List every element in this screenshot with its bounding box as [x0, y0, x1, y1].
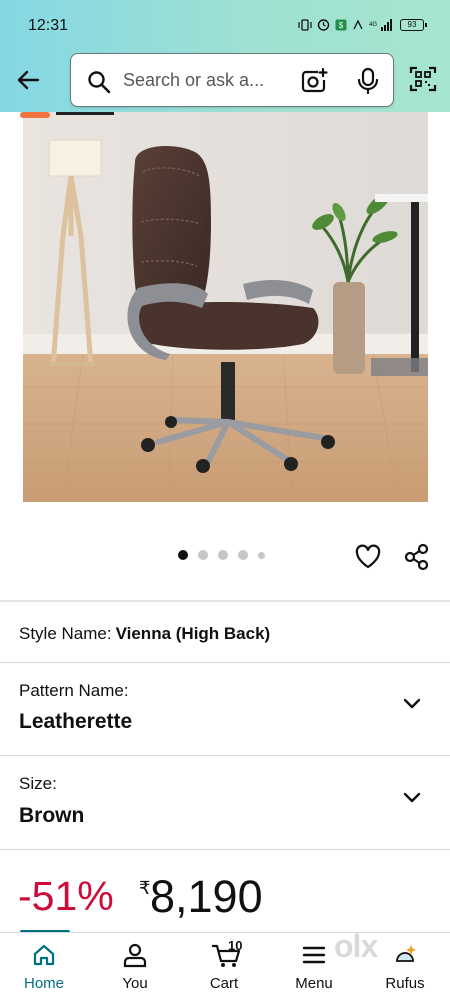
- camera-icon[interactable]: [299, 66, 329, 96]
- status-bar: 12:31 $ 4G 93: [0, 0, 450, 48]
- divider: [0, 600, 450, 602]
- pattern-name-label: Pattern Name:: [19, 681, 129, 700]
- nav-rufus-label: Rufus: [385, 975, 425, 992]
- price-amount: 8,190: [150, 871, 263, 922]
- signal-icon: 4G: [369, 18, 392, 31]
- chevron-down-icon[interactable]: [401, 692, 423, 714]
- nav-cart-label: Cart: [209, 975, 239, 992]
- nav-home-label: Home: [23, 975, 64, 992]
- status-icons: $ 4G 93: [298, 18, 427, 31]
- heart-icon[interactable]: [353, 542, 383, 572]
- cart-count-badge: 10: [228, 938, 243, 953]
- home-icon: [33, 944, 55, 966]
- chevron-down-icon[interactable]: [401, 786, 423, 808]
- divider: [0, 849, 450, 850]
- back-arrow-icon[interactable]: [12, 64, 44, 96]
- nav-you-label: You: [122, 975, 148, 992]
- divider: [0, 662, 450, 663]
- battery-level: 93: [407, 19, 417, 29]
- svg-text:$: $: [339, 21, 344, 30]
- carousel-dot[interactable]: [258, 551, 265, 559]
- nav-cart[interactable]: 10 Cart: [189, 933, 259, 1000]
- share-icon[interactable]: [402, 542, 432, 572]
- battery-icon: 93: [400, 18, 427, 31]
- deal-badge: [20, 112, 114, 118]
- nav-rufus[interactable]: Rufus: [370, 933, 440, 1000]
- menu-icon: [302, 946, 326, 964]
- svg-text:4G: 4G: [369, 22, 377, 28]
- pattern-name-value: Leatherette: [19, 710, 133, 733]
- status-time: 12:31: [28, 17, 69, 34]
- app-notification-icon: $: [335, 19, 347, 30]
- size-value: Brown: [19, 804, 85, 827]
- nav-menu-label: Menu: [295, 975, 333, 992]
- person-icon: [123, 943, 147, 968]
- discount-percentage: -51%: [18, 873, 114, 919]
- vibrate-icon: [298, 18, 312, 31]
- style-name-value: Vienna (High Back): [115, 624, 271, 643]
- search-icon: [88, 71, 111, 94]
- currency-symbol: ₹: [139, 878, 151, 898]
- size-label: Size:: [19, 774, 57, 793]
- bottom-navigation: Home You 10 Cart Menu Rufus: [0, 932, 450, 1000]
- style-name-label: Style Name:: [19, 624, 112, 643]
- product-image[interactable]: [23, 112, 428, 502]
- alarm-icon: [317, 19, 330, 31]
- barcode-scanner-icon[interactable]: [408, 64, 438, 94]
- carousel-dot[interactable]: [218, 550, 228, 560]
- mic-icon[interactable]: [355, 66, 381, 96]
- carousel-dot[interactable]: [198, 550, 208, 560]
- search-input[interactable]: Search or ask a...: [123, 70, 264, 91]
- carousel-dot[interactable]: [238, 550, 248, 560]
- nav-you[interactable]: You: [100, 933, 170, 1000]
- nav-home[interactable]: Home: [9, 933, 79, 1000]
- carousel-dots[interactable]: [178, 550, 265, 560]
- style-name-row: Style Name: Vienna (High Back): [19, 624, 270, 644]
- rufus-icon: [396, 945, 416, 962]
- carousel-dot[interactable]: [178, 550, 188, 560]
- divider: [0, 755, 450, 756]
- search-bar[interactable]: Search or ask a...: [70, 53, 394, 107]
- hotspot-icon: [353, 19, 363, 29]
- watermark: olx: [334, 928, 378, 964]
